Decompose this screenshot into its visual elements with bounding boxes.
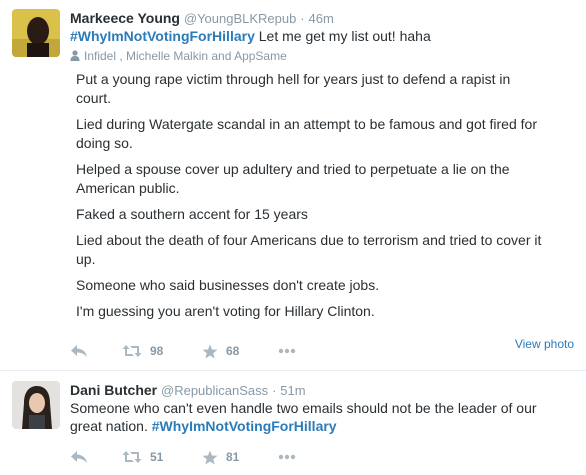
reply-button[interactable] bbox=[70, 447, 88, 467]
fullname[interactable]: Markeece Young bbox=[70, 10, 180, 26]
retweet-count: 98 bbox=[150, 344, 164, 358]
retweet-button[interactable]: 98 bbox=[122, 341, 163, 361]
card-line: Someone who said businesses don't create… bbox=[76, 277, 380, 293]
tweet-header: Markeece Young @YoungBLKRepub · 46m bbox=[70, 9, 334, 28]
card-line: Lied about the death of four Americans d… bbox=[76, 232, 542, 267]
tweet-text: #WhyImNotVotingForHillary Let me get my … bbox=[70, 27, 431, 45]
retweet-count: 51 bbox=[150, 450, 164, 464]
card-line: Put a young rape victim through hell for… bbox=[76, 71, 511, 106]
timestamp[interactable]: 51m bbox=[280, 383, 305, 398]
tweet-text-body: Let me get my list out! haha bbox=[254, 28, 431, 44]
star-icon bbox=[202, 450, 218, 464]
timestamp[interactable]: 46m bbox=[308, 11, 333, 26]
avatar[interactable] bbox=[12, 381, 60, 429]
photo-card[interactable]: Put a young rape victim through hell for… bbox=[70, 70, 570, 328]
username[interactable]: @RepublicanSass bbox=[161, 383, 268, 398]
tweet-text: Someone who can't even handle two emails… bbox=[70, 399, 570, 435]
more-icon bbox=[278, 454, 296, 460]
more-button[interactable] bbox=[278, 341, 296, 361]
fullname[interactable]: Dani Butcher bbox=[70, 382, 157, 398]
tweet-actions: 98 68 View photo bbox=[70, 337, 580, 361]
star-icon bbox=[202, 344, 218, 358]
tagged-users[interactable]: Infidel , Michelle Malkin and AppSame bbox=[70, 49, 287, 63]
view-photo-link[interactable]: View photo bbox=[515, 337, 574, 351]
tagged-users-text: Infidel , Michelle Malkin and AppSame bbox=[84, 49, 287, 63]
hashtag-link[interactable]: #WhyImNotVotingForHillary bbox=[70, 28, 255, 44]
card-line: Faked a southern accent for 15 years bbox=[76, 206, 308, 222]
retweet-icon bbox=[122, 345, 142, 357]
card-line: Lied during Watergate scandal in an atte… bbox=[76, 116, 537, 151]
reply-icon bbox=[71, 451, 87, 463]
favorite-count: 81 bbox=[226, 450, 240, 464]
avatar[interactable] bbox=[12, 9, 60, 57]
reply-button[interactable] bbox=[70, 341, 88, 361]
favorite-button[interactable]: 81 bbox=[202, 447, 239, 467]
tweet[interactable]: Markeece Young @YoungBLKRepub · 46m #Why… bbox=[0, 0, 586, 370]
separator-dot: · bbox=[300, 11, 305, 26]
more-button[interactable] bbox=[278, 447, 296, 467]
tweet-header: Dani Butcher @RepublicanSass · 51m bbox=[70, 381, 306, 400]
card-line: I'm guessing you aren't voting for Hilla… bbox=[76, 303, 375, 319]
hashtag-link[interactable]: #WhyImNotVotingForHillary bbox=[152, 418, 337, 434]
retweet-button[interactable]: 51 bbox=[122, 447, 163, 467]
card-line: Helped a spouse cover up adultery and tr… bbox=[76, 161, 510, 196]
tweet[interactable]: Dani Butcher @RepublicanSass · 51m Someo… bbox=[0, 370, 586, 475]
separator-dot: · bbox=[272, 383, 277, 398]
tweet-actions: 51 81 bbox=[70, 447, 580, 467]
retweet-icon bbox=[122, 451, 142, 463]
favorite-button[interactable]: 68 bbox=[202, 341, 239, 361]
avatar-photo bbox=[12, 381, 60, 429]
more-icon bbox=[278, 348, 296, 354]
reply-icon bbox=[71, 345, 87, 357]
favorite-count: 68 bbox=[226, 344, 240, 358]
avatar-photo bbox=[12, 9, 60, 57]
username[interactable]: @YoungBLKRepub bbox=[184, 11, 296, 26]
person-icon bbox=[70, 50, 80, 61]
